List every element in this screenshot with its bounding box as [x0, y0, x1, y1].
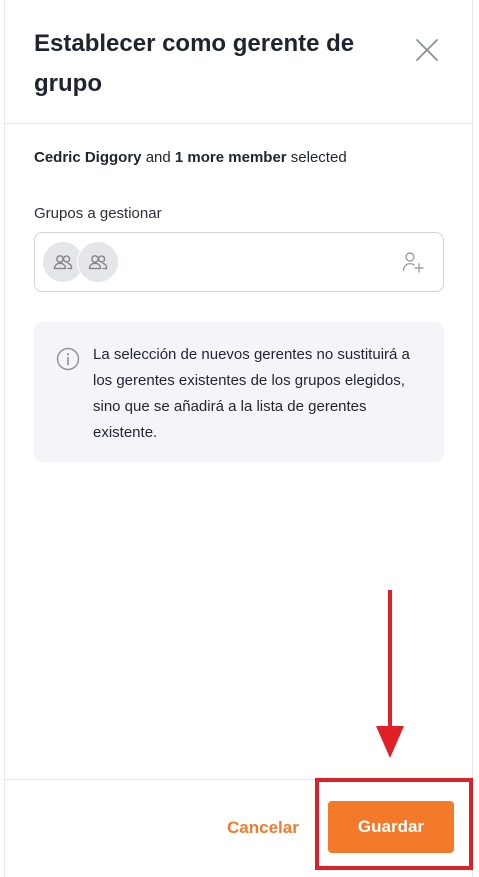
panel-footer: Cancelar Guardar: [5, 779, 472, 877]
close-icon: [416, 39, 438, 61]
group-avatar[interactable]: [78, 242, 118, 282]
set-group-manager-panel: Establecer como gerente de grupo Cedric …: [4, 0, 473, 877]
group-avatar-icon: [53, 255, 73, 270]
selected-more-count: 1 more member: [174, 149, 287, 166]
save-button[interactable]: Guardar: [328, 801, 454, 853]
info-icon: [56, 347, 80, 371]
selection-connector: and: [141, 149, 175, 166]
info-text: La selección de nuevos gerentes no susti…: [93, 346, 410, 441]
info-notice: La selección de nuevos gerentes no susti…: [34, 322, 444, 462]
panel-header: Establecer como gerente de grupo: [5, 0, 472, 124]
group-avatar[interactable]: [43, 242, 83, 282]
selection-summary: Cedric Diggory and 1 more member selecte…: [34, 147, 347, 169]
add-group-button[interactable]: [401, 250, 425, 274]
close-button[interactable]: [413, 36, 441, 64]
groups-selector[interactable]: [34, 232, 444, 292]
groups-field-label: Grupos a gestionar: [34, 205, 162, 222]
selected-member-name: Cedric Diggory: [34, 149, 142, 166]
panel-title: Establecer como gerente de grupo: [34, 30, 355, 97]
group-avatar-icon: [88, 255, 108, 270]
cancel-button[interactable]: Cancelar: [223, 813, 303, 843]
selection-suffix: selected: [286, 149, 347, 166]
add-user-icon: [402, 252, 424, 273]
